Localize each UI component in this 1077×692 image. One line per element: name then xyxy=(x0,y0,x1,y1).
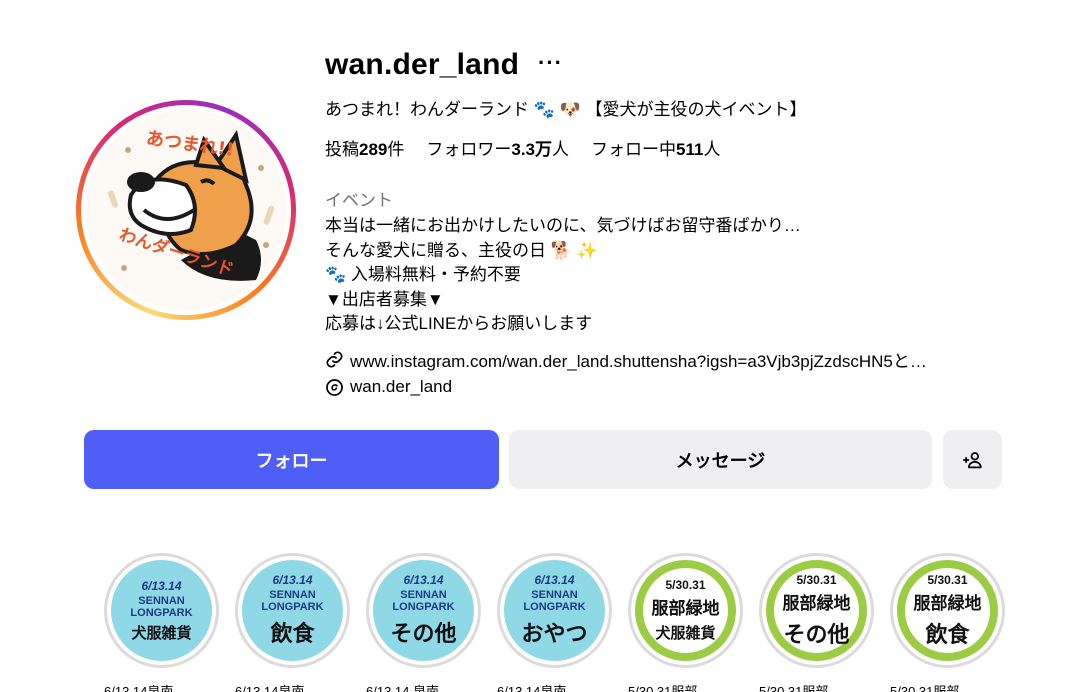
posts-unit: 件 xyxy=(387,140,405,159)
followers-value: 3.3万 xyxy=(511,140,553,159)
highlight-label: 6/13.14 泉南 xyxy=(366,684,439,692)
story-highlights: 6/13.14 SENNAN LONGPARK 犬服雑貨 6/13.14泉南 6… xyxy=(104,553,1077,692)
highlight-category: おやつ xyxy=(521,621,588,646)
highlight-date: 6/13.14 xyxy=(534,573,575,587)
highlight-label: 6/13.14泉南 xyxy=(497,684,567,692)
highlight-item[interactable]: 6/13.14 SENNAN LONGPARK 飲食 6/13.14泉南 xyxy=(235,553,350,692)
profile-category: イベント xyxy=(325,191,393,210)
highlight-label: 5/30.31服部 xyxy=(759,684,829,692)
more-options-icon[interactable]: ··· xyxy=(538,50,563,76)
highlight-category: その他 xyxy=(783,621,850,647)
link-icon xyxy=(326,351,343,368)
posts-label: 投稿 xyxy=(325,140,359,159)
highlight-date: 5/30.31 xyxy=(665,578,706,592)
highlight-venue: 服部緑地 xyxy=(913,593,982,613)
highlight-cover: 6/13.14 SENNAN LONGPARK 飲食 xyxy=(242,560,343,661)
posts-value: 289 xyxy=(359,140,388,159)
bio-line: 本当は一緒にお出かけしたいのに、気づけばお留守番ばかり… xyxy=(325,216,801,235)
threads-username[interactable]: wan.der_land xyxy=(350,377,452,397)
highlight-item[interactable]: 5/30.31 服部緑地 犬服雑貨 5/30.31服部 xyxy=(628,553,743,692)
highlight-date: 6/13.14 xyxy=(272,573,313,587)
highlight-date: 6/13.14 xyxy=(141,578,182,593)
highlight-ring: 6/13.14 SENNAN LONGPARK おやつ xyxy=(497,553,612,668)
highlight-category: その他 xyxy=(390,621,457,646)
bio-line: ▼出店者募集▼ xyxy=(325,289,444,309)
posts-count[interactable]: 投稿289件 xyxy=(325,135,404,160)
highlight-venue: SENNAN LONGPARK xyxy=(523,589,586,613)
bio-line: そんな愛犬に贈る、主役の日 🐕 ✨ xyxy=(325,240,598,260)
highlight-cover: 6/13.14 SENNAN LONGPARK おやつ xyxy=(504,560,605,661)
bio-line: 🐾 入場料無料・予約不要 xyxy=(325,265,521,284)
profile-bio: 本当は一緒にお出かけしたいのに、気づけばお留守番ばかり… そんな愛犬に贈る、主役… xyxy=(325,214,801,337)
highlight-cover: 6/13.14 SENNAN LONGPARK 犬服雑貨 xyxy=(111,560,212,661)
threads-icon xyxy=(326,378,343,396)
avatar-image: あつまれ!! わんダーランド xyxy=(86,110,286,310)
highlight-cover: 5/30.31 服部緑地 その他 xyxy=(766,560,867,661)
highlight-ring: 5/30.31 服部緑地 犬服雑貨 xyxy=(628,553,743,668)
following-label: フォロー中 xyxy=(591,140,677,159)
add-person-icon xyxy=(962,451,982,468)
highlight-label: 6/13.14泉南 xyxy=(235,684,305,692)
highlight-venue: SENNAN LONGPARK xyxy=(261,589,324,613)
highlight-date: 5/30.31 xyxy=(796,572,837,587)
highlight-venue: SENNAN LONGPARK xyxy=(392,589,455,613)
similar-accounts-button[interactable] xyxy=(943,430,1002,489)
highlight-date: 5/30.31 xyxy=(927,572,968,587)
highlight-venue: 服部緑地 xyxy=(782,593,851,613)
profile-stats: 投稿289件 フォロワー3.3万人 フォロー中511人 xyxy=(325,135,720,160)
highlight-item[interactable]: 5/30.31 服部緑地 飲食 5/30.31服部 xyxy=(890,553,1005,692)
highlight-cover: 5/30.31 服部緑地 飲食 xyxy=(897,560,998,661)
highlight-category: 犬服雑貨 xyxy=(655,625,716,642)
highlight-category: 飲食 xyxy=(270,621,315,646)
profile-link[interactable]: www.instagram.com/wan.der_land.shuttensh… xyxy=(325,347,927,372)
dog-mascot-illustration: あつまれ!! わんダーランド xyxy=(86,110,286,310)
highlight-label: 6/13.14泉南 xyxy=(104,684,174,692)
threads-link[interactable]: wan.der_land xyxy=(325,377,452,397)
following-value: 511 xyxy=(676,140,704,159)
highlight-category: 犬服雑貨 xyxy=(131,624,192,642)
highlight-ring: 6/13.14 SENNAN LONGPARK 飲食 xyxy=(235,553,350,668)
highlight-cover: 5/30.31 服部緑地 犬服雑貨 xyxy=(635,560,736,661)
message-button[interactable]: メッセージ xyxy=(509,430,932,489)
highlight-item[interactable]: 6/13.14 SENNAN LONGPARK その他 6/13.14 泉南 xyxy=(366,553,481,692)
highlight-ring: 6/13.14 SENNAN LONGPARK その他 xyxy=(366,553,481,668)
follow-button[interactable]: フォロー xyxy=(84,430,499,489)
following-count[interactable]: フォロー中511人 xyxy=(591,135,720,160)
profile-username: wan.der_land xyxy=(325,48,520,81)
followers-label: フォロワー xyxy=(426,140,512,159)
profile-link-text[interactable]: www.instagram.com/wan.der_land.shuttensh… xyxy=(350,347,927,372)
highlight-venue: SENNAN LONGPARK xyxy=(130,594,193,619)
highlight-cover: 6/13.14 SENNAN LONGPARK その他 xyxy=(373,560,474,661)
profile-avatar[interactable]: あつまれ!! わんダーランド xyxy=(76,100,296,320)
followers-unit: 人 xyxy=(552,140,570,159)
followers-count[interactable]: フォロワー3.3万人 xyxy=(426,135,569,160)
highlight-item[interactable]: 6/13.14 SENNAN LONGPARK 犬服雑貨 6/13.14泉南 xyxy=(104,553,219,692)
highlight-ring: 5/30.31 服部緑地 その他 xyxy=(759,553,874,668)
highlight-label: 5/30.31服部 xyxy=(890,684,960,692)
highlight-venue: 服部緑地 xyxy=(651,599,720,618)
profile-full-name: あつまれ！わんダーランド 🐾 🐶 【愛犬が主役の犬イベント】 xyxy=(325,100,807,119)
bio-line: 応募は↓公式LINEからお願いします xyxy=(325,314,593,333)
highlight-ring: 6/13.14 SENNAN LONGPARK 犬服雑貨 xyxy=(104,553,219,668)
highlight-date: 6/13.14 xyxy=(403,573,444,587)
highlight-label: 5/30.31服部 xyxy=(628,684,698,692)
highlight-category: 飲食 xyxy=(925,621,970,647)
avatar-gap: あつまれ!! わんダーランド xyxy=(81,105,291,315)
highlight-item[interactable]: 6/13.14 SENNAN LONGPARK おやつ 6/13.14泉南 xyxy=(497,553,612,692)
highlight-ring: 5/30.31 服部緑地 飲食 xyxy=(890,553,1005,668)
highlight-item[interactable]: 5/30.31 服部緑地 その他 5/30.31服部 xyxy=(759,553,874,692)
following-unit: 人 xyxy=(703,140,721,159)
